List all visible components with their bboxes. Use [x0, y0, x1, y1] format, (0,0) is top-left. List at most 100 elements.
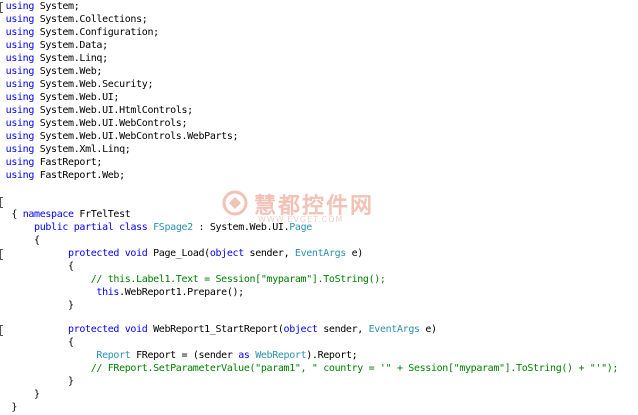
using-namespace: System.Web.UI; [39, 92, 120, 103]
using-namespace: System; [39, 1, 80, 12]
param-sender: sender, [243, 248, 295, 259]
namespace-line: namespace FrTelTest [0, 195, 131, 220]
using-namespace: System.Web.UI.WebControls; [39, 118, 188, 129]
method-name: WebReport1_StartReport( [147, 324, 284, 335]
page-load-comment: // this.Label1.Text = Session["myparam"]… [0, 273, 386, 286]
using-line: using FastReport.Web; [0, 169, 125, 182]
class-name: FSpage2 [153, 222, 193, 233]
keyword-using: using [5, 118, 35, 129]
namespace-close-brace: } [0, 401, 17, 414]
statement-text: FReport = (sender [130, 350, 239, 361]
statement-text: .WebReport1.Prepare(); [119, 287, 244, 298]
class-open-brace: { [0, 234, 40, 247]
collapse-marker[interactable] [0, 249, 3, 260]
keyword-using: using [5, 66, 35, 77]
start-report-signature: protected void WebReport1_StartReport(ob… [0, 323, 437, 336]
keyword-this: this [96, 287, 120, 298]
param-e: e) [419, 324, 437, 335]
brace: } [68, 376, 74, 387]
using-line: using System.Web; [0, 65, 103, 78]
using-line: using System.Web.Security; [0, 78, 154, 91]
using-line: using System; [0, 0, 80, 13]
using-namespace: System.Web.Security; [39, 79, 154, 90]
keyword-object: object [283, 324, 318, 335]
namespace-name: FrTelTest [73, 209, 131, 220]
namespace-open-brace: { [0, 208, 17, 221]
keyword-using: using [5, 105, 35, 116]
using-namespace: System.Collections; [39, 14, 148, 25]
keyword-protected: protected [68, 324, 120, 335]
class-base-prefix: : System.Web.UI. [192, 222, 290, 233]
type-report: Report [96, 350, 131, 361]
using-line: using System.Web.UI; [0, 91, 120, 104]
keyword-using: using [5, 157, 35, 168]
keyword-protected: protected [68, 248, 120, 259]
class-base-type: Page [289, 222, 312, 233]
using-line: using System.Linq; [0, 52, 108, 65]
keyword-using: using [5, 14, 35, 25]
keyword-using: using [5, 131, 35, 142]
start-report-close-brace: } [0, 375, 74, 388]
class-close-brace: } [0, 388, 40, 401]
method-name: Page_Load( [147, 248, 210, 259]
start-report-statement: Report FReport = (sender as WebReport).R… [0, 349, 357, 362]
keyword-using: using [5, 144, 35, 155]
collapse-marker[interactable] [0, 2, 3, 13]
keyword-namespace: namespace [22, 209, 74, 220]
keyword-void: void [124, 248, 148, 259]
keyword-class: class [119, 222, 148, 233]
using-line: using System.Collections; [0, 13, 148, 26]
type-webreport: WebReport [255, 350, 307, 361]
keyword-using: using [5, 79, 35, 90]
keyword-as: as [238, 350, 250, 361]
using-namespace: FastReport; [39, 157, 103, 168]
page-load-close-brace: } [0, 299, 74, 312]
using-line: using System.Web.UI.HtmlControls; [0, 104, 193, 117]
collapse-marker[interactable] [0, 197, 3, 208]
keyword-using: using [5, 1, 35, 12]
param-e: e) [345, 248, 364, 259]
brace: { [68, 337, 74, 348]
using-namespace: System.Configuration; [39, 27, 159, 38]
keyword-public: public [34, 222, 69, 233]
using-namespace: System.Data; [39, 40, 108, 51]
using-line: using FastReport; [0, 156, 103, 169]
using-namespace: System.Web.UI.HtmlControls; [39, 105, 193, 116]
code-editor[interactable]: using System; using System.Collections; … [0, 0, 638, 415]
brace: { [68, 261, 74, 272]
brace: { [34, 235, 40, 246]
using-namespace: System.Web; [39, 66, 103, 77]
using-namespace: System.Linq; [39, 53, 108, 64]
using-line: using System.Configuration; [0, 26, 159, 39]
using-namespace: FastReport.Web; [39, 170, 125, 181]
keyword-using: using [5, 27, 35, 38]
page-load-signature: protected void Page_Load(object sender, … [0, 247, 363, 260]
using-line: using System.Web.UI.WebControls.WebParts… [0, 130, 239, 143]
class-declaration-line: public partial class FSpage2 : System.We… [0, 221, 312, 234]
brace: { [11, 209, 18, 220]
keyword-void: void [124, 324, 148, 335]
using-namespace: System.Web.UI.WebControls.WebParts; [39, 131, 239, 142]
keyword-using: using [5, 40, 35, 51]
brace: } [68, 300, 74, 311]
type-eventargs: EventArgs [368, 324, 420, 335]
collapse-marker[interactable] [0, 325, 3, 336]
keyword-using: using [5, 53, 35, 64]
start-report-comment: // FReport.SetParameterValue("param1", "… [0, 362, 619, 375]
brace: } [11, 402, 18, 413]
page-load-open-brace: { [0, 260, 74, 273]
keyword-object: object [209, 248, 244, 259]
code-comment: // this.Label1.Text = Session["myparam"]… [90, 274, 386, 285]
page-load-statement: this.WebReport1.Prepare(); [0, 286, 244, 299]
type-eventargs: EventArgs [294, 248, 346, 259]
brace: } [34, 389, 40, 400]
keyword-using: using [5, 92, 35, 103]
using-line: using System.Data; [0, 39, 108, 52]
keyword-partial: partial [73, 222, 114, 233]
using-namespace: System.Xml.Linq; [39, 144, 131, 155]
using-line: using System.Xml.Linq; [0, 143, 131, 156]
start-report-open-brace: { [0, 336, 74, 349]
statement-text: ).Report; [306, 350, 358, 361]
param-sender: sender, [317, 324, 369, 335]
code-comment: // FReport.SetParameterValue("param1", "… [90, 363, 619, 374]
